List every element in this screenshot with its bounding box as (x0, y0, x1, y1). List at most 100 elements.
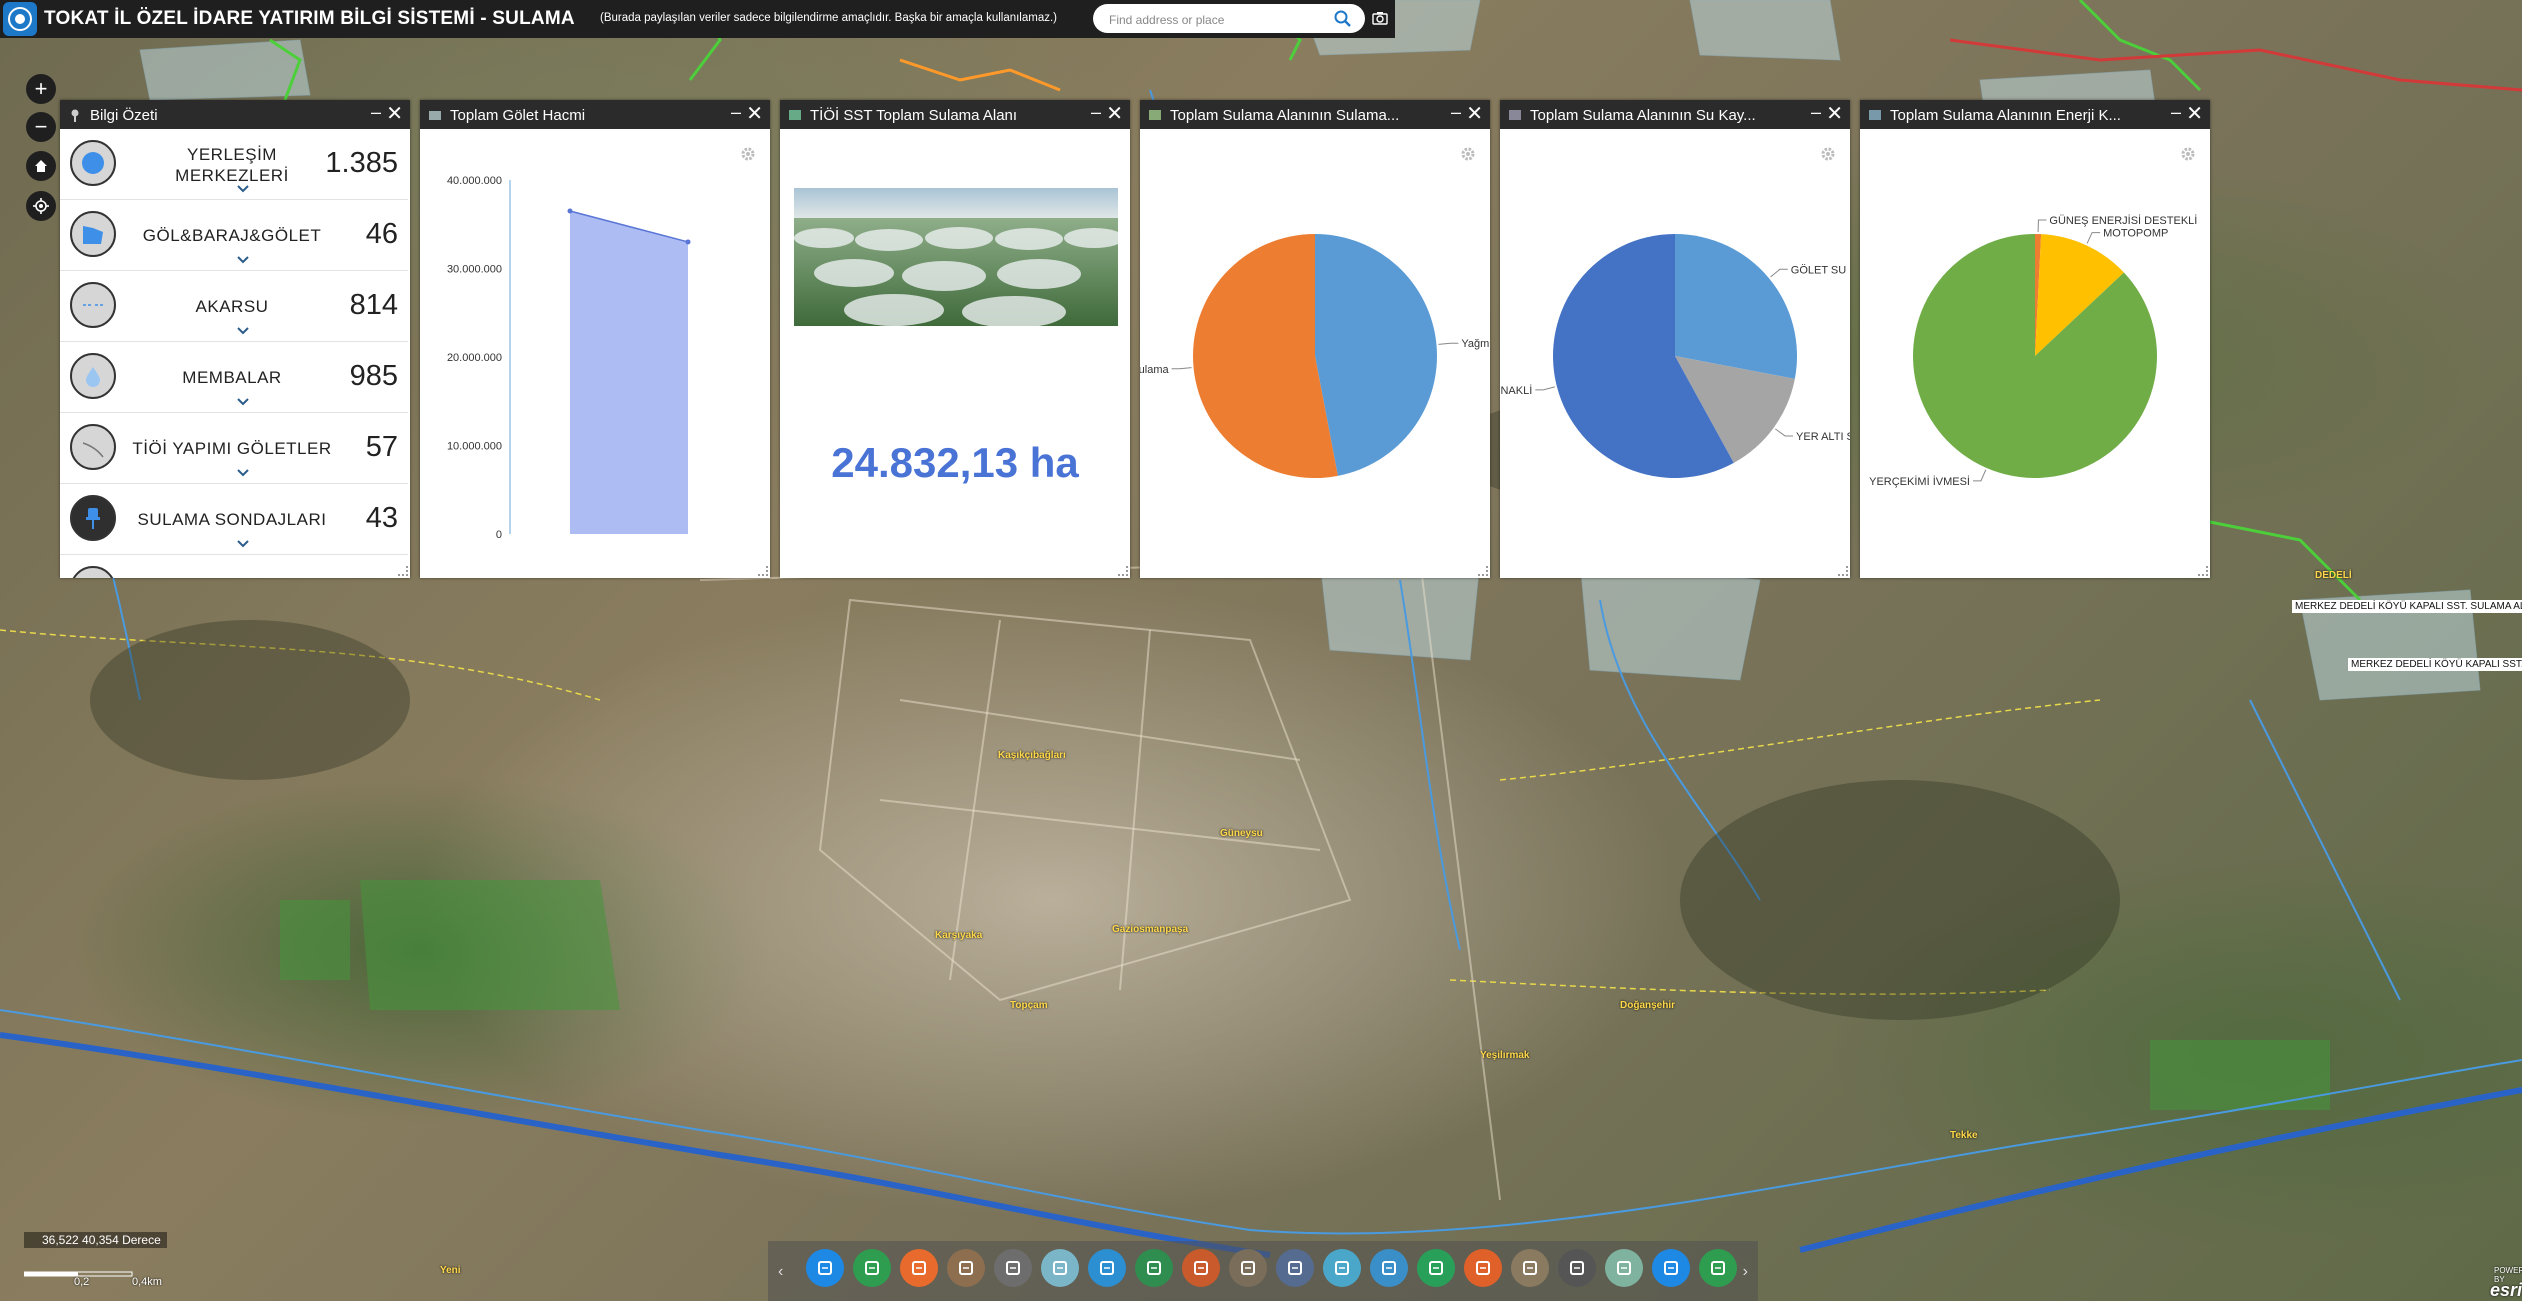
map-layers-icon (1335, 1261, 1349, 1275)
panel-titlebar[interactable]: Toplam Sulama Alanının Sulama... – ✕ (1140, 100, 1490, 129)
chevron-down-icon[interactable] (236, 184, 250, 194)
dock-transport-button[interactable] (1370, 1249, 1408, 1287)
pie-label: GÖLET SU (1791, 264, 1846, 276)
area-fill (570, 210, 688, 534)
dock-road-button[interactable] (1511, 1249, 1549, 1287)
pie-slice[interactable] (1315, 234, 1437, 476)
zoom-out-button[interactable]: − (26, 112, 56, 142)
settlement-icon (70, 566, 116, 578)
resize-handle[interactable] (2198, 566, 2208, 576)
panel-titlebar[interactable]: Toplam Sulama Alanının Su Kay... – ✕ (1500, 100, 1850, 129)
summary-item[interactable]: TİÖİ YAPIMI GÖLETLER 57 (60, 413, 408, 484)
search-icon[interactable] (1333, 9, 1353, 29)
close-button[interactable]: ✕ (1106, 101, 1123, 126)
gear-icon[interactable] (1460, 146, 1476, 162)
dock-print-preview-button[interactable] (994, 1249, 1032, 1287)
locate-button[interactable] (26, 191, 56, 221)
dock-cards-button[interactable] (1182, 1249, 1220, 1287)
camera-icon[interactable] (1372, 10, 1388, 26)
dock-mountain-button[interactable] (1417, 1249, 1455, 1287)
summary-item[interactable]: MEMBALAR 985 (60, 342, 408, 413)
panel-water-source: Toplam Sulama Alanının Su Kay... – ✕ GÖL… (1500, 100, 1850, 578)
close-button[interactable]: ✕ (746, 101, 763, 126)
minimize-button[interactable]: – (731, 102, 741, 123)
summary-label: SULAMA SONDAJLARI (137, 510, 327, 529)
pie-leader-line (1770, 268, 1788, 278)
panel-titlebar[interactable]: Bilgi Özeti – ✕ (60, 100, 410, 129)
dock-library-button[interactable] (1229, 1249, 1267, 1287)
summary-item[interactable]: GÖL&BARAJ&GÖLET 46 (60, 200, 408, 271)
summary-value: 1.385 (325, 147, 398, 179)
gear-icon[interactable] (1820, 146, 1836, 162)
minimize-button[interactable]: – (1811, 102, 1821, 123)
summary-value: 985 (349, 360, 398, 392)
sprinkler-icon (1149, 110, 1161, 120)
dock-next-arrow[interactable]: › (1743, 1263, 1748, 1281)
map-label: Yeşilırmak (1480, 1050, 1530, 1061)
library-icon (1241, 1261, 1255, 1275)
dock-terrain-button[interactable] (1464, 1249, 1502, 1287)
resize-handle[interactable] (1478, 566, 1488, 576)
summary-item[interactable]: YERLEŞİM MERKEZLERİ 1.385 (60, 129, 408, 200)
close-button[interactable]: ✕ (2186, 101, 2203, 126)
dock-table-button[interactable] (1135, 1249, 1173, 1287)
scale-label: 0,2 (74, 1276, 90, 1288)
minimize-button[interactable]: – (1451, 102, 1461, 123)
dock-layers-button[interactable] (853, 1249, 891, 1287)
dock-book-button[interactable] (1276, 1249, 1314, 1287)
poi-icon (912, 1261, 926, 1275)
map-parcel-tag: MERKEZ DEDELİ KÖYÜ KAPALI SST. SULAMA AL… (2292, 600, 2522, 613)
chevron-down-icon[interactable] (236, 539, 250, 549)
pin-icon (70, 495, 116, 541)
data-point[interactable] (685, 239, 691, 245)
pond-volume-chart: 0 10.000.000 20.000.000 30.000.000 40.000.00… (447, 175, 691, 541)
summary-item[interactable]: SULAMA SONDAJLARI 43 (60, 484, 408, 555)
dock-list-button[interactable] (806, 1249, 844, 1287)
minimize-button[interactable]: – (2171, 102, 2181, 123)
minimize-button[interactable]: – (371, 102, 381, 123)
chevron-down-icon[interactable] (236, 326, 250, 336)
dock-print-button[interactable] (1699, 1249, 1737, 1287)
search-input[interactable] (1107, 10, 1321, 29)
panel-titlebar[interactable]: Toplam Sulama Alanının Enerji K... – ✕ (1860, 100, 2210, 129)
summary-item-partial[interactable] (60, 555, 408, 578)
dock-chart-button[interactable] (947, 1249, 985, 1287)
panel-titlebar[interactable]: Toplam Gölet Hacmi – ✕ (420, 100, 770, 129)
panel-titlebar[interactable]: TİÖİ SST Toplam Sulama Alanı – ✕ (780, 100, 1130, 129)
dock-camera-button[interactable] (1605, 1249, 1643, 1287)
panel-irrigation-area: TİÖİ SST Toplam Sulama Alanı – ✕ 24.832,… (780, 100, 1130, 578)
minimize-button[interactable]: – (1091, 102, 1101, 123)
y-tick-label: 30.000.000 (447, 264, 502, 276)
chevron-down-icon[interactable] (236, 468, 250, 478)
chevron-down-icon[interactable] (236, 255, 250, 265)
resize-handle[interactable] (1838, 566, 1848, 576)
summary-item[interactable]: AKARSU 814 (60, 271, 408, 342)
dock-map-layers-button[interactable] (1323, 1249, 1361, 1287)
dock-prev-arrow[interactable]: ‹ (778, 1263, 783, 1281)
table-icon (1147, 1261, 1161, 1275)
pie-label: NAKLİ (1500, 384, 1532, 397)
zoom-in-button[interactable]: + (26, 74, 56, 104)
dock-poi-button[interactable] (900, 1249, 938, 1287)
pie-label: MOTOPOMP (2103, 228, 2168, 240)
esri-logo[interactable]: esri (2490, 1280, 2522, 1301)
summary-label: MEMBALAR (182, 368, 282, 387)
gear-icon[interactable] (740, 146, 756, 162)
dock-measure-button[interactable] (1652, 1249, 1690, 1287)
gear-icon[interactable] (2180, 146, 2196, 162)
close-button[interactable]: ✕ (1466, 101, 1483, 126)
dock-photo-button[interactable] (1041, 1249, 1079, 1287)
resize-handle[interactable] (758, 566, 768, 576)
close-button[interactable]: ✕ (1826, 101, 1843, 126)
home-button[interactable] (26, 151, 56, 181)
dock-satellite-button[interactable] (1088, 1249, 1126, 1287)
resize-handle[interactable] (1118, 566, 1128, 576)
resize-handle[interactable] (398, 566, 408, 576)
close-button[interactable]: ✕ (386, 101, 403, 126)
data-point[interactable] (567, 208, 573, 214)
dock-equipment-button[interactable] (1558, 1249, 1596, 1287)
pie-slice[interactable] (1675, 234, 1797, 379)
chevron-down-icon[interactable] (236, 397, 250, 407)
search-box[interactable] (1093, 4, 1365, 33)
summary-list[interactable]: YERLEŞİM MERKEZLERİ 1.385 GÖL&BARAJ&GÖLE… (60, 129, 410, 578)
